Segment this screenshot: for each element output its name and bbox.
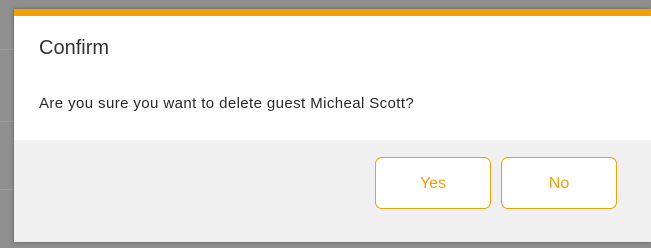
dialog-accent-bar bbox=[14, 9, 651, 16]
no-button[interactable]: No bbox=[501, 157, 617, 209]
background-divider bbox=[0, 49, 14, 50]
background-divider bbox=[0, 121, 14, 122]
dialog-title: Confirm bbox=[39, 37, 110, 59]
dialog-message: Are you sure you want to delete guest Mi… bbox=[39, 95, 415, 112]
yes-button[interactable]: Yes bbox=[375, 157, 491, 209]
background-divider bbox=[0, 189, 14, 190]
